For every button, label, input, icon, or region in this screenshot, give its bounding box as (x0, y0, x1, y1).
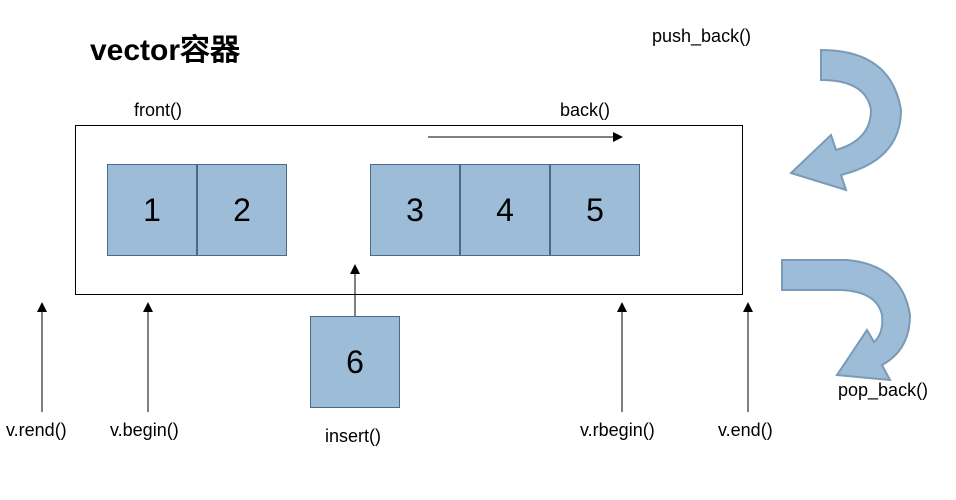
back-arrow-icon (428, 128, 623, 146)
vbegin-arrow-icon (138, 302, 158, 412)
label-back: back() (560, 100, 610, 121)
pop-back-arrow-icon (762, 240, 942, 400)
label-front: front() (134, 100, 182, 121)
label-vrbegin: v.rbegin() (580, 420, 655, 441)
label-vbegin: v.begin() (110, 420, 179, 441)
cell-4: 4 (460, 164, 550, 256)
insert-arrow-icon (345, 264, 365, 316)
label-vend: v.end() (718, 420, 773, 441)
cell-3: 3 (370, 164, 460, 256)
cell-5: 5 (550, 164, 640, 256)
cell-6: 6 (310, 316, 400, 408)
label-insert: insert() (325, 426, 381, 447)
vrend-arrow-icon (32, 302, 52, 412)
label-vrend: v.rend() (6, 420, 67, 441)
vend-arrow-icon (738, 302, 758, 412)
cell-1: 1 (107, 164, 197, 256)
label-push-back: push_back() (652, 26, 751, 47)
diagram-title: vector容器 (90, 25, 240, 69)
vrbegin-arrow-icon (612, 302, 632, 412)
push-back-arrow-icon (751, 40, 921, 200)
cell-2: 2 (197, 164, 287, 256)
